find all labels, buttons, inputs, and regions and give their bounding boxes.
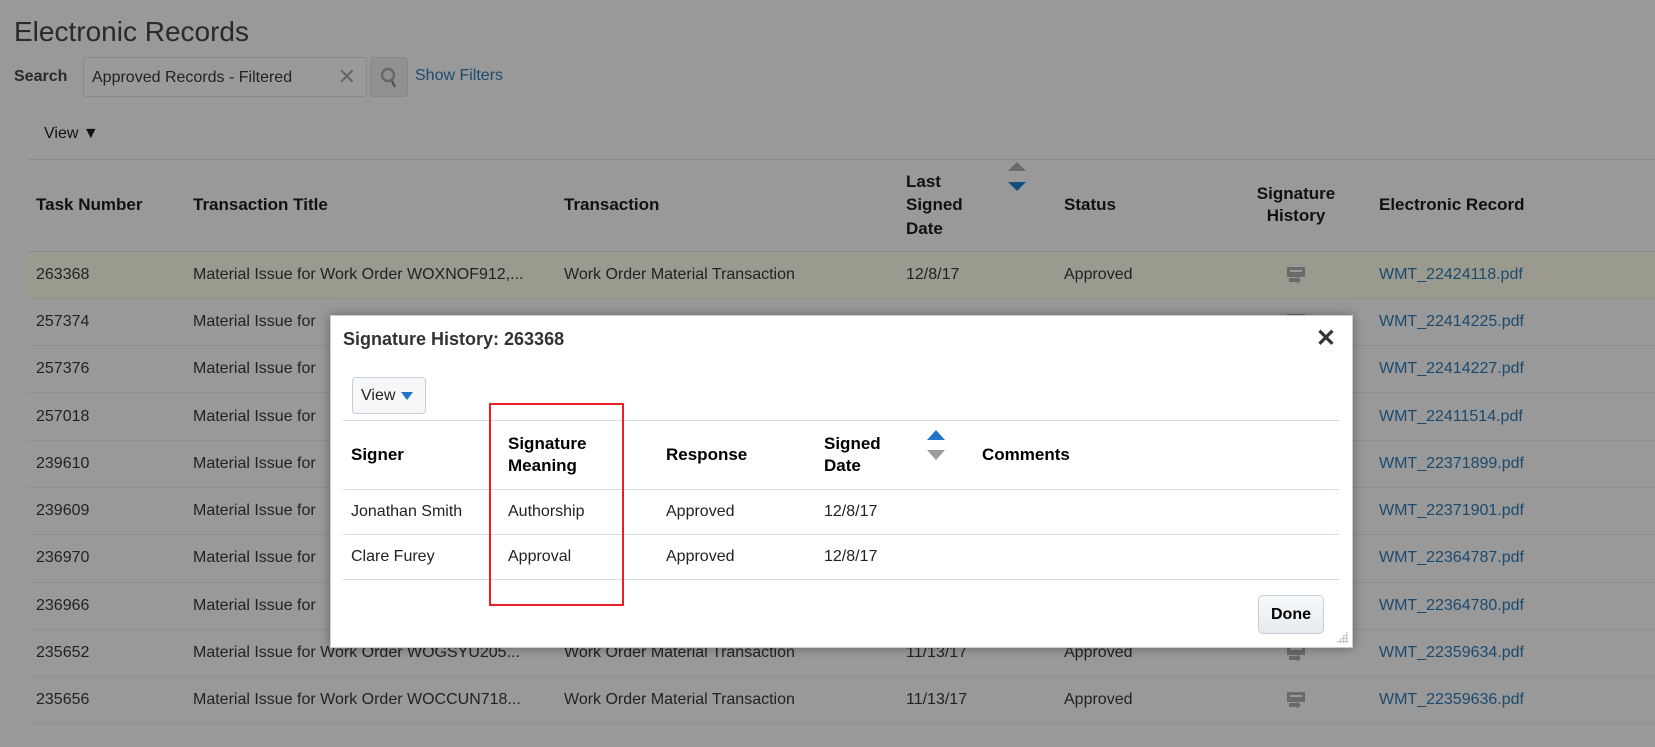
done-button[interactable]: Done: [1258, 595, 1324, 634]
clear-icon[interactable]: ✕: [338, 64, 356, 90]
header-electronic-record[interactable]: Electronic Record: [1371, 160, 1655, 252]
signed-date: 12/8/17: [816, 534, 974, 580]
signature-history-cell: [1221, 676, 1371, 725]
sort-ascending-icon[interactable]: [927, 429, 945, 440]
signature-history-cell: [1221, 251, 1371, 299]
header-signature-history: Signature History: [1221, 160, 1371, 252]
transaction-title: Material Issue for Work Order WOCCUN718.…: [185, 676, 556, 725]
header-comments[interactable]: Comments: [974, 420, 1339, 490]
last-signed-date: 11/13/17: [898, 676, 1056, 725]
electronic-record-cell: WMT_22359634.pdf: [1371, 629, 1655, 678]
header-label: Signed Date: [824, 433, 881, 475]
status: Approved: [1056, 251, 1221, 299]
close-icon[interactable]: ✕: [1316, 324, 1336, 353]
electronic-record-link[interactable]: WMT_22364787.pdf: [1379, 549, 1524, 566]
search-value: Approved Records - Filtered: [92, 69, 293, 86]
highlight-box: [489, 403, 624, 606]
table-row[interactable]: 263368 Material Issue for Work Order WOX…: [28, 251, 1655, 299]
signed-date: 12/8/17: [816, 489, 974, 535]
electronic-record-link[interactable]: WMT_22359634.pdf: [1379, 644, 1524, 661]
table-row[interactable]: 235656 Material Issue for Work Order WOC…: [28, 676, 1655, 725]
view-menu[interactable]: View ▼: [44, 125, 99, 143]
status: Approved: [1056, 676, 1221, 725]
task-number: 235652: [28, 629, 185, 678]
electronic-record-link[interactable]: WMT_22371901.pdf: [1379, 502, 1524, 519]
search-label: Search: [14, 68, 68, 85]
header-transaction-title[interactable]: Transaction Title: [185, 160, 556, 252]
electronic-record-cell: WMT_22364780.pdf: [1371, 582, 1655, 630]
header-status[interactable]: Status: [1056, 160, 1221, 252]
dialog-view-menu[interactable]: View: [352, 377, 426, 414]
header-task-number[interactable]: Task Number: [28, 160, 185, 252]
response: Approved: [658, 489, 816, 535]
header-label: Last Signed Date: [906, 171, 963, 239]
show-filters-link[interactable]: Show Filters: [415, 67, 503, 85]
caret-down-icon: ▼: [82, 125, 99, 142]
header-transaction[interactable]: Transaction: [556, 160, 898, 252]
header-response[interactable]: Response: [658, 420, 816, 490]
transaction: Work Order Material Transaction: [556, 676, 898, 725]
dialog-title: Signature History: 263368: [343, 329, 565, 349]
comments: [974, 534, 1339, 580]
caret-down-icon: [401, 391, 414, 400]
task-number: 239609: [28, 487, 185, 536]
electronic-record-cell: WMT_22364787.pdf: [1371, 534, 1655, 583]
resize-handle[interactable]: [1336, 631, 1348, 643]
electronic-record-link[interactable]: WMT_22414225.pdf: [1379, 313, 1524, 330]
view-label: View: [44, 125, 79, 142]
search-button[interactable]: [370, 57, 408, 97]
task-number: 257018: [28, 392, 185, 441]
sort-descending-icon[interactable]: [927, 449, 945, 460]
search-input[interactable]: Approved Records - Filtered ✕: [83, 57, 367, 97]
electronic-record-cell: WMT_22371901.pdf: [1371, 487, 1655, 536]
task-number: 239610: [28, 440, 185, 488]
task-number: 263368: [28, 251, 185, 299]
transaction-title: Material Issue for Work Order WOXNOF912,…: [185, 251, 556, 299]
electronic-record-link[interactable]: WMT_22364780.pdf: [1379, 597, 1524, 614]
electronic-record-link[interactable]: WMT_22371899.pdf: [1379, 455, 1524, 472]
task-number: 236970: [28, 534, 185, 583]
search-icon: [380, 67, 397, 88]
header-signed-date[interactable]: Signed Date: [816, 420, 974, 490]
task-number: 257374: [28, 298, 185, 347]
electronic-record-link[interactable]: WMT_22424118.pdf: [1379, 266, 1523, 283]
signer: Jonathan Smith: [343, 489, 500, 535]
signature-history-icon[interactable]: [1229, 266, 1363, 284]
task-number: 257376: [28, 345, 185, 394]
electronic-record-link[interactable]: WMT_22414227.pdf: [1379, 360, 1524, 377]
electronic-record-cell: WMT_22371899.pdf: [1371, 440, 1655, 488]
electronic-record-cell: WMT_22411514.pdf: [1371, 392, 1655, 441]
electronic-record-cell: WMT_22424118.pdf: [1371, 251, 1655, 299]
header-last-signed-date[interactable]: Last Signed Date: [898, 160, 1056, 252]
electronic-record-cell: WMT_22414225.pdf: [1371, 298, 1655, 347]
done-label: Done: [1271, 606, 1311, 623]
last-signed-date: 12/8/17: [898, 251, 1056, 299]
sort-descending-icon[interactable]: [1008, 181, 1027, 191]
page-title: Electronic Records: [14, 16, 249, 47]
electronic-record-link[interactable]: WMT_22359636.pdf: [1379, 691, 1524, 708]
task-number: 236966: [28, 582, 185, 630]
signer: Clare Furey: [343, 534, 500, 580]
header-signer[interactable]: Signer: [343, 420, 500, 490]
response: Approved: [658, 534, 816, 580]
task-number: 235656: [28, 676, 185, 725]
signature-history-icon[interactable]: [1229, 691, 1363, 710]
signature-history-dialog: Signature History: 263368 ✕ View Signer …: [330, 315, 1353, 648]
transaction: Work Order Material Transaction: [556, 251, 898, 299]
view-label: View: [361, 387, 396, 404]
electronic-record-cell: WMT_22414227.pdf: [1371, 345, 1655, 394]
sort-ascending-icon[interactable]: [1008, 161, 1027, 171]
electronic-record-cell: WMT_22359636.pdf: [1371, 676, 1655, 725]
electronic-record-link[interactable]: WMT_22411514.pdf: [1379, 408, 1523, 425]
comments: [974, 489, 1339, 535]
